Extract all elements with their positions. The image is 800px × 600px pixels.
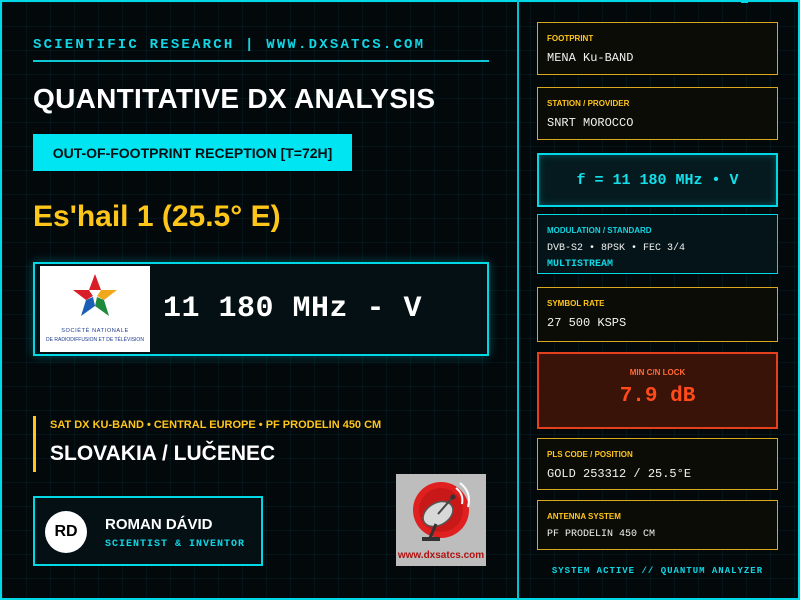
- svg-text:SOCIÉTÉ NATIONALE: SOCIÉTÉ NATIONALE: [61, 327, 129, 334]
- header-tagline: SCIENTIFIC RESEARCH | WWW.DXSATCS.COM: [33, 37, 426, 53]
- frequency-box: SOCIÉTÉ NATIONALE DE RADIODIFFUSION ET D…: [33, 262, 489, 356]
- antenna-card: ANTENNA SYSTEM PF PRODELIN 450 CM: [537, 500, 778, 550]
- station-label: STATION / PROVIDER: [547, 99, 630, 108]
- panel-divider: [517, 0, 519, 600]
- avatar: RD: [45, 511, 87, 553]
- location-place: SLOVAKIA / LUČENEC: [50, 442, 276, 465]
- page-title: QUANTITATIVE DX ANALYSIS: [33, 83, 436, 114]
- footprint-card: FOOTPRINT MENA Ku-BAND: [537, 22, 778, 75]
- pls-label: PLS CODE / POSITION: [547, 450, 633, 459]
- pls-value: GOLD 253312 / 25.5°E: [547, 467, 692, 481]
- modulation-card: MODULATION / STANDARD DVB-S2 • 8PSK • FE…: [537, 214, 778, 274]
- frequency-display: 11 180 MHz - V: [163, 292, 423, 326]
- dxsatcs-logo: www.dxsatcs.com: [396, 474, 486, 566]
- system-status: SYSTEM ACTIVE // QUANTUM ANALYZER: [551, 566, 764, 576]
- symbol-rate-value: 27 500 KSPS: [547, 316, 627, 330]
- footprint-label: FOOTPRINT: [547, 34, 594, 43]
- location-subtitle: SAT DX KU-BAND • CENTRAL EUROPE • PF PRO…: [50, 419, 382, 431]
- location-accent-bar: [33, 416, 36, 472]
- station-card: STATION / PROVIDER SNRT MOROCCO: [537, 87, 778, 140]
- cn-lock-card: MIN C/N LOCK 7.9 dB: [537, 352, 778, 429]
- frequency-card: f = 11 180 MHz • V: [537, 153, 778, 207]
- modulation-extra: MULTISTREAM: [547, 259, 614, 270]
- modulation-value: DVB-S2 • 8PSK • FEC 3/4: [547, 243, 686, 254]
- svg-text:DE RADIODIFFUSION ET DE TÉLÉVI: DE RADIODIFFUSION ET DE TÉLÉVISION: [46, 336, 144, 343]
- footprint-value: MENA Ku-BAND: [547, 51, 634, 65]
- corner-accent: [741, 0, 748, 3]
- header-rule: [33, 60, 489, 62]
- station-value: SNRT MOROCCO: [547, 116, 634, 130]
- antenna-value: PF PRODELIN 450 CM: [547, 529, 656, 540]
- snrt-star-logo-icon: SOCIÉTÉ NATIONALE DE RADIODIFFUSION ET D…: [46, 274, 144, 343]
- author-role: SCIENTIST & INVENTOR: [105, 539, 246, 550]
- author-card: RD ROMAN DÁVID SCIENTIST & INVENTOR: [33, 496, 263, 566]
- satellite-name: Es'hail 1 (25.5° E): [33, 200, 281, 233]
- cn-lock-label: MIN C/N LOCK: [629, 368, 686, 377]
- author-name: ROMAN DÁVID: [105, 516, 213, 533]
- reception-badge: OUT-OF-FOOTPRINT RECEPTION [T=72H]: [33, 134, 352, 171]
- cn-lock-value: 7.9 dB: [619, 385, 696, 408]
- symbol-rate-label: SYMBOL RATE: [547, 299, 605, 308]
- antenna-label: ANTENNA SYSTEM: [547, 512, 621, 521]
- svg-text:www.dxsatcs.com: www.dxsatcs.com: [397, 550, 484, 561]
- pls-card: PLS CODE / POSITION GOLD 253312 / 25.5°E: [537, 438, 778, 490]
- symbol-rate-card: SYMBOL RATE 27 500 KSPS: [537, 287, 778, 342]
- snrt-logo: SOCIÉTÉ NATIONALE DE RADIODIFFUSION ET D…: [40, 266, 150, 352]
- satellite-dish-icon: www.dxsatcs.com: [396, 474, 486, 566]
- modulation-label: MODULATION / STANDARD: [547, 226, 652, 235]
